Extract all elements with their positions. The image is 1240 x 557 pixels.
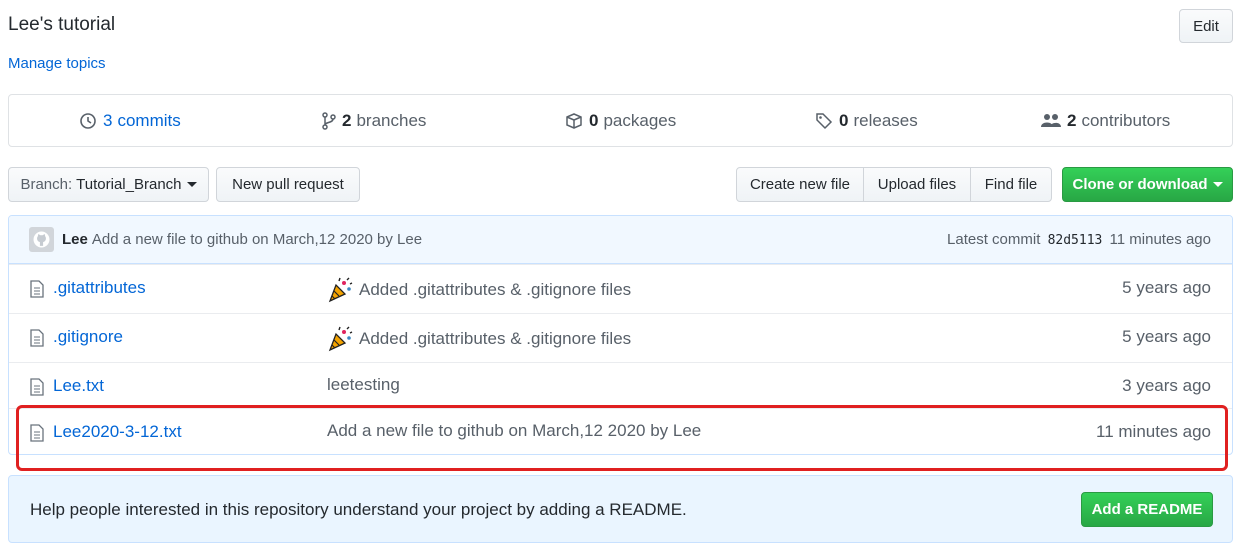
file-age: 5 years ago: [1122, 278, 1211, 297]
releases-count: 0: [839, 110, 849, 130]
commits-label: commits: [117, 110, 181, 130]
file-icon: [30, 280, 44, 298]
repo-summary: 3 commits 2 branches 0 packages 0 releas…: [8, 94, 1233, 147]
latest-commit-message: Lee Add a new file to github on March,12 …: [62, 231, 422, 248]
commit-message: leetesting: [327, 375, 400, 395]
contributors-count: 2: [1067, 110, 1077, 130]
party-popper-icon: [328, 326, 353, 352]
clone-label: Clone or download: [1072, 176, 1208, 193]
file-name-link[interactable]: Lee.txt: [53, 376, 104, 396]
file-icon: [30, 329, 44, 347]
readme-prompt: Help people interested in this repositor…: [8, 475, 1233, 543]
summary-contributors[interactable]: 2 contributors: [1041, 95, 1170, 146]
highlight-box: [16, 405, 1228, 471]
upload-files-button[interactable]: Upload files: [863, 167, 971, 202]
github-octocat-icon: [33, 231, 50, 248]
branches-label: branches: [356, 110, 427, 130]
people-icon: [1041, 113, 1061, 127]
file-age: 3 years ago: [1122, 376, 1211, 395]
commit-author[interactable]: Lee: [62, 231, 88, 248]
commit-message: Added .gitattributes & .gitignore files: [327, 326, 631, 352]
summary-branches[interactable]: 2 branches: [322, 95, 426, 146]
commit-message-link[interactable]: Added .gitattributes & .gitignore files: [359, 329, 631, 349]
releases-label: releases: [853, 110, 918, 130]
file-name-link[interactable]: .gitattributes: [53, 278, 146, 298]
branch-select-button[interactable]: Branch: Tutorial_Branch: [8, 167, 209, 202]
table-row: .gitignore Added .gitattributes & .gitig…: [9, 313, 1232, 361]
commit-message-link[interactable]: leetesting: [327, 375, 400, 395]
package-icon: [566, 112, 582, 129]
branch-icon: [322, 111, 336, 130]
new-pull-request-button[interactable]: New pull request: [216, 167, 360, 202]
commit-message: Added .gitattributes & .gitignore files: [327, 277, 631, 303]
manage-topics-link[interactable]: Manage topics: [8, 55, 106, 72]
branch-name: Tutorial_Branch: [76, 176, 182, 193]
add-readme-button[interactable]: Add a README: [1081, 492, 1213, 527]
commit-title[interactable]: Add a new file to github on March,12 202…: [92, 231, 422, 248]
summary-packages[interactable]: 0 packages: [565, 95, 676, 146]
summary-commits[interactable]: 3 commits: [79, 95, 181, 146]
packages-label: packages: [603, 110, 677, 130]
chevron-down-icon: [186, 182, 197, 187]
latest-commit-prefix: Latest commit: [947, 231, 1041, 248]
create-new-file-button[interactable]: Create new file: [736, 167, 864, 202]
party-popper-icon: [328, 277, 353, 303]
commit-message-link[interactable]: Added .gitattributes & .gitignore files: [359, 280, 631, 300]
file-age: 5 years ago: [1122, 327, 1211, 346]
summary-releases[interactable]: 0 releases: [815, 95, 918, 146]
file-name-link[interactable]: .gitignore: [53, 327, 123, 347]
branches-count: 2: [342, 110, 352, 130]
commit-sha[interactable]: 82d5113: [1048, 233, 1103, 248]
branch-prefix: Branch:: [20, 176, 73, 193]
latest-commit-age: 11 minutes ago: [1109, 231, 1211, 248]
table-row: .gitattributes Added .gitattributes & .g…: [9, 264, 1232, 312]
tag-icon: [816, 112, 833, 129]
edit-button[interactable]: Edit: [1179, 9, 1233, 43]
contributors-label: contributors: [1081, 110, 1171, 130]
readme-prompt-text: Help people interested in this repositor…: [30, 500, 687, 519]
avatar[interactable]: [29, 227, 54, 252]
clone-or-download-button[interactable]: Clone or download: [1062, 167, 1233, 202]
table-row: Lee.txt leetesting 3 years ago: [9, 362, 1232, 410]
latest-commit-bar: Lee Add a new file to github on March,12 …: [9, 216, 1232, 264]
packages-count: 0: [589, 110, 599, 130]
commits-count: 3: [103, 110, 113, 130]
file-icon: [30, 378, 44, 396]
chevron-down-icon: [1212, 182, 1223, 187]
latest-commit-info: Latest commit 82d5113 11 minutes ago: [947, 231, 1211, 248]
find-file-button[interactable]: Find file: [970, 167, 1052, 202]
repo-title: Lee's tutorial: [8, 14, 116, 35]
history-icon: [80, 112, 96, 129]
